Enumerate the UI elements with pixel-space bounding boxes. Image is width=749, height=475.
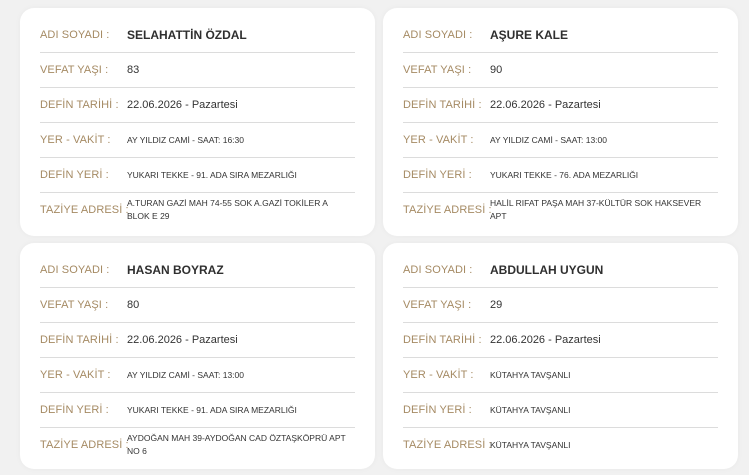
age-row: VEFAT YAŞI : 83 — [40, 53, 355, 88]
condolence-value: A.TURAN GAZİ MAH 74-55 SOK A.GAZİ TOKİLE… — [127, 198, 328, 221]
name-value: ABDULLAH UYGUN — [490, 263, 604, 277]
age-label: VEFAT YAŞI : — [403, 64, 472, 76]
date-row: DEFİN TARİHİ : 22.06.2026 - Pazartesi — [403, 88, 718, 123]
date-label: DEFİN TARİHİ : — [403, 334, 482, 346]
name-value: AŞURE KALE — [490, 28, 569, 42]
burial-row: DEFİN YERİ : YUKARI TEKKE - 91. ADA SIRA… — [40, 393, 355, 428]
age-label: VEFAT YAŞI : — [40, 299, 109, 311]
age-label: VEFAT YAŞI : — [40, 64, 109, 76]
age-value: 83 — [127, 64, 140, 76]
place-time-label: YER - VAKİT : — [403, 369, 474, 381]
name-value: HASAN BOYRAZ — [127, 263, 224, 277]
place-time-row: YER - VAKİT : AY YILDIZ CAMİ - SAAT: 13:… — [403, 123, 718, 158]
age-value: 80 — [127, 299, 140, 311]
condolence-row: TAZİYE ADRESİ : AYDOĞAN MAH 39-AYDOĞAN C… — [40, 428, 355, 462]
condolence-value: HALİL RIFAT PAŞA MAH 37-KÜLTÜR SOK HAKSE… — [490, 198, 702, 221]
burial-value: KÜTAHYA TAVŞANLI — [490, 404, 571, 415]
obituary-card-2: ADI SOYADI : AŞURE KALE VEFAT YAŞI : 90 … — [383, 8, 738, 236]
place-time-row: YER - VAKİT : AY YILDIZ CAMİ - SAAT: 13:… — [40, 358, 355, 393]
date-row: DEFİN TARİHİ : 22.06.2026 - Pazartesi — [403, 323, 718, 358]
age-value: 90 — [490, 64, 503, 76]
age-value: 29 — [490, 299, 503, 311]
place-time-label: YER - VAKİT : — [40, 134, 111, 146]
condolence-value: AYDOĞAN MAH 39-AYDOĞAN CAD ÖZTAŞKÖPRÜ AP… — [127, 433, 346, 456]
burial-value: YUKARI TEKKE - 76. ADA MEZARLIĞI — [490, 169, 639, 180]
condolence-value: KÜTAHYA TAVŞANLI — [490, 439, 571, 450]
date-value: 22.06.2026 - Pazartesi — [127, 99, 238, 111]
date-label: DEFİN TARİHİ : — [40, 334, 119, 346]
name-row: ADI SOYADI : SELAHATTİN ÖZDAL — [40, 18, 355, 53]
name-row: ADI SOYADI : ABDULLAH UYGUN — [403, 253, 718, 288]
date-value: 22.06.2026 - Pazartesi — [490, 99, 601, 111]
condolence-label: TAZİYE ADRESİ : — [40, 204, 129, 216]
place-time-value: AY YILDIZ CAMİ - SAAT: 16:30 — [127, 134, 244, 145]
obituary-card-3: ADI SOYADI : HASAN BOYRAZ VEFAT YAŞI : 8… — [20, 243, 375, 469]
burial-label: DEFİN YERİ : — [403, 169, 472, 181]
age-row: VEFAT YAŞI : 90 — [403, 53, 718, 88]
condolence-label: TAZİYE ADRESİ : — [403, 204, 492, 216]
date-row: DEFİN TARİHİ : 22.06.2026 - Pazartesi — [40, 88, 355, 123]
name-row: ADI SOYADI : AŞURE KALE — [403, 18, 718, 53]
name-label: ADI SOYADI : — [40, 264, 110, 276]
age-row: VEFAT YAŞI : 80 — [40, 288, 355, 323]
age-label: VEFAT YAŞI : — [403, 299, 472, 311]
name-value: SELAHATTİN ÖZDAL — [127, 28, 247, 42]
burial-label: DEFİN YERİ : — [403, 404, 472, 416]
date-label: DEFİN TARİHİ : — [403, 99, 482, 111]
burial-label: DEFİN YERİ : — [40, 404, 109, 416]
name-label: ADI SOYADI : — [40, 29, 110, 41]
place-time-row: YER - VAKİT : AY YILDIZ CAMİ - SAAT: 16:… — [40, 123, 355, 158]
place-time-label: YER - VAKİT : — [403, 134, 474, 146]
obituary-card-4: ADI SOYADI : ABDULLAH UYGUN VEFAT YAŞI :… — [383, 243, 738, 469]
place-time-value: KÜTAHYA TAVŞANLI — [490, 369, 571, 380]
place-time-value: AY YILDIZ CAMİ - SAAT: 13:00 — [490, 134, 607, 145]
condolence-label: TAZİYE ADRESİ : — [40, 439, 129, 451]
condolence-label: TAZİYE ADRESİ : — [403, 439, 492, 451]
obituary-card-1: ADI SOYADI : SELAHATTİN ÖZDAL VEFAT YAŞI… — [20, 8, 375, 236]
burial-label: DEFİN YERİ : — [40, 169, 109, 181]
date-row: DEFİN TARİHİ : 22.06.2026 - Pazartesi — [40, 323, 355, 358]
condolence-row: TAZİYE ADRESİ : A.TURAN GAZİ MAH 74-55 S… — [40, 193, 355, 227]
place-time-row: YER - VAKİT : KÜTAHYA TAVŞANLI — [403, 358, 718, 393]
date-value: 22.06.2026 - Pazartesi — [127, 334, 238, 346]
condolence-row: TAZİYE ADRESİ : HALİL RIFAT PAŞA MAH 37-… — [403, 193, 718, 227]
burial-row: DEFİN YERİ : KÜTAHYA TAVŞANLI — [403, 393, 718, 428]
burial-row: DEFİN YERİ : YUKARI TEKKE - 76. ADA MEZA… — [403, 158, 718, 193]
condolence-row: TAZİYE ADRESİ : KÜTAHYA TAVŞANLI — [403, 428, 718, 462]
burial-row: DEFİN YERİ : YUKARI TEKKE - 91. ADA SIRA… — [40, 158, 355, 193]
age-row: VEFAT YAŞI : 29 — [403, 288, 718, 323]
place-time-label: YER - VAKİT : — [40, 369, 111, 381]
place-time-value: AY YILDIZ CAMİ - SAAT: 13:00 — [127, 369, 244, 380]
date-value: 22.06.2026 - Pazartesi — [490, 334, 601, 346]
name-label: ADI SOYADI : — [403, 29, 473, 41]
burial-value: YUKARI TEKKE - 91. ADA SIRA MEZARLIĞI — [127, 169, 297, 180]
name-label: ADI SOYADI : — [403, 264, 473, 276]
burial-value: YUKARI TEKKE - 91. ADA SIRA MEZARLIĞI — [127, 404, 297, 415]
name-row: ADI SOYADI : HASAN BOYRAZ — [40, 253, 355, 288]
date-label: DEFİN TARİHİ : — [40, 99, 119, 111]
